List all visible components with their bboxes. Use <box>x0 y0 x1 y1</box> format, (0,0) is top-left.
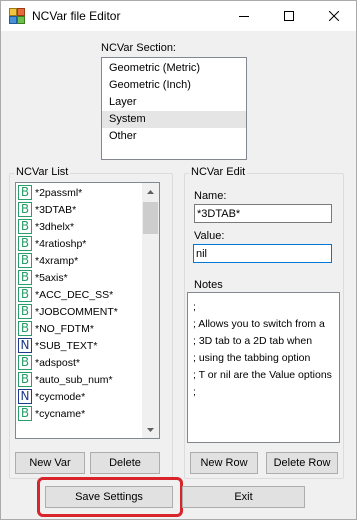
list-item-label: *5axis* <box>35 271 68 284</box>
section-item[interactable]: Layer <box>102 94 246 111</box>
close-icon <box>328 11 339 21</box>
section-item[interactable]: Geometric (Metric) <box>102 60 246 77</box>
scroll-up-button[interactable] <box>142 183 159 200</box>
close-button[interactable] <box>311 1 356 31</box>
name-label: Name: <box>194 190 227 202</box>
list-item[interactable]: B *adspost* <box>17 354 143 371</box>
chevron-down-icon <box>147 427 154 432</box>
list-item[interactable]: B *4ratioshp* <box>17 235 143 252</box>
boolean-type-icon: B <box>18 219 32 234</box>
list-item[interactable]: B *auto_sub_num* <box>17 371 143 388</box>
section-label: NCVar Section: <box>101 42 176 54</box>
list-item[interactable]: B *ACC_DEC_SS* <box>17 286 143 303</box>
scroll-thumb[interactable] <box>143 202 158 234</box>
window-title: NCVar file Editor <box>32 9 121 23</box>
notes-line: ; T or nil are the Value options <box>193 369 332 381</box>
list-item-label: *2passml* <box>35 186 83 199</box>
maximize-icon <box>283 11 294 21</box>
list-item[interactable]: B *JOBCOMMENT* <box>17 303 143 320</box>
list-item-label: *cycmode* <box>35 390 86 403</box>
list-item[interactable]: B *3dhelx* <box>17 218 143 235</box>
list-item[interactable]: B *3DTAB* <box>17 201 143 218</box>
list-item-label: *3DTAB* <box>35 203 77 216</box>
ncvar-items: B *2passml* B *3DTAB* B *3dhelx* B *4ratioshp* B… <box>17 184 143 422</box>
new-var-button[interactable]: New Var <box>15 452 85 474</box>
scroll-down-button[interactable] <box>142 421 159 438</box>
list-item[interactable]: B *cycname* <box>17 405 143 422</box>
list-item-label: *4ratioshp* <box>35 237 87 250</box>
boolean-type-icon: B <box>18 253 32 268</box>
notes-textarea[interactable]: ; ; Allows you to switch from a ; 3D tab t… <box>187 292 340 443</box>
boolean-type-icon: B <box>18 202 32 217</box>
boolean-type-icon: B <box>18 355 32 370</box>
boolean-type-icon: B <box>18 236 32 251</box>
vertical-scrollbar[interactable] <box>142 183 159 438</box>
minimize-button[interactable] <box>221 1 266 31</box>
notes-label: Notes <box>194 279 223 291</box>
boolean-type-icon: B <box>18 287 32 302</box>
ncvar-list-title: NCVar List <box>14 166 71 178</box>
value-label: Value: <box>194 230 225 242</box>
list-item[interactable]: N *cycmode* <box>17 388 143 405</box>
minimize-icon <box>238 16 249 17</box>
exit-button[interactable]: Exit <box>182 486 305 508</box>
section-item[interactable]: Geometric (Inch) <box>102 77 246 94</box>
notes-line: ; 3D tab to a 2D tab when <box>193 335 313 347</box>
list-item[interactable]: B *4xramp* <box>17 252 143 269</box>
list-item-label: *NO_FDTM* <box>35 322 94 335</box>
list-item[interactable]: B *5axis* <box>17 269 143 286</box>
section-listbox[interactable]: Geometric (Metric) Geometric (Inch) Layer S… <box>101 57 247 160</box>
delete-row-button[interactable]: Delete Row <box>266 452 338 474</box>
list-item[interactable]: N *SUB_TEXT* <box>17 337 143 354</box>
title-bar[interactable]: NCVar file Editor <box>1 1 356 31</box>
notes-line: ; <box>193 301 196 313</box>
list-item-label: *cycname* <box>35 407 86 420</box>
boolean-type-icon: B <box>18 270 32 285</box>
list-item-label: *4xramp* <box>35 254 79 267</box>
maximize-button[interactable] <box>266 1 311 31</box>
boolean-type-icon: B <box>18 372 32 387</box>
section-item[interactable]: Other <box>102 128 246 145</box>
notes-line: ; <box>193 386 196 398</box>
list-item-label: *adspost* <box>35 356 80 369</box>
list-item-label: *ACC_DEC_SS* <box>35 288 114 301</box>
section-item[interactable]: System <box>102 111 246 128</box>
list-item-label: *SUB_TEXT* <box>35 339 98 352</box>
boolean-type-icon: B <box>18 406 32 421</box>
list-item-label: *JOBCOMMENT* <box>35 305 118 318</box>
list-item-label: *auto_sub_num* <box>35 373 113 386</box>
name-field[interactable] <box>194 204 332 223</box>
list-item[interactable]: B *NO_FDTM* <box>17 320 143 337</box>
numeric-type-icon: N <box>18 389 32 404</box>
numeric-type-icon: N <box>18 338 32 353</box>
save-settings-button[interactable]: Save Settings <box>45 486 173 508</box>
boolean-type-icon: B <box>18 304 32 319</box>
app-icon <box>9 8 25 24</box>
chevron-up-icon <box>147 189 154 194</box>
delete-var-button[interactable]: Delete <box>90 452 160 474</box>
editor-window: NCVar file Editor NCVar Section: Geometr… <box>0 0 357 520</box>
ncvar-listbox[interactable]: B *2passml* B *3DTAB* B *3dhelx* B *4ratioshp* B… <box>15 182 160 439</box>
ncvar-edit-title: NCVar Edit <box>189 166 248 178</box>
notes-line: ; using the tabbing option <box>193 352 311 364</box>
notes-line: ; Allows you to switch from a <box>193 318 325 330</box>
list-item-label: *3dhelx* <box>35 220 75 233</box>
value-field[interactable] <box>193 244 332 263</box>
boolean-type-icon: B <box>18 185 32 200</box>
boolean-type-icon: B <box>18 321 32 336</box>
list-item[interactable]: B *2passml* <box>17 184 143 201</box>
new-row-button[interactable]: New Row <box>190 452 258 474</box>
